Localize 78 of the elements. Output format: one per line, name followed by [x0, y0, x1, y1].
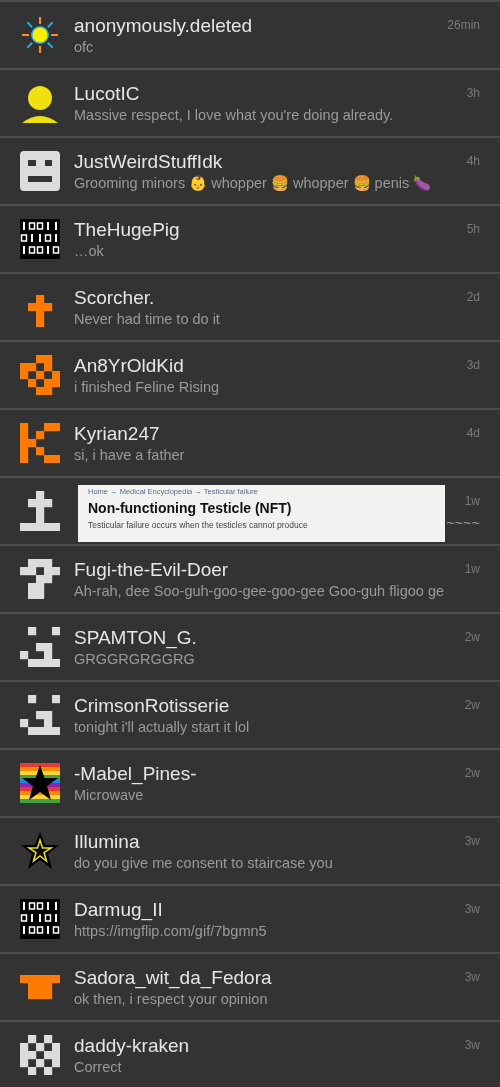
conversation-row[interactable]: Darmug_II https://imgflip.com/gif/7bgmn5 3w — [0, 884, 500, 952]
timestamp: 5h — [466, 221, 480, 238]
pixel-pattern-icon — [20, 423, 60, 463]
message-preview: …ok — [74, 242, 104, 260]
timestamp: 1w — [464, 561, 480, 578]
pixel-pattern-icon — [20, 355, 60, 395]
face-icon — [20, 151, 60, 191]
conversation-row[interactable]: Sadora_wit_da_Fedora ok then, i respect your opinion 3w — [0, 952, 500, 1020]
timestamp: 1w — [464, 493, 480, 510]
message-preview: Never had time to do it — [74, 310, 220, 328]
contact-name: Sadora_wit_da_Fedora — [74, 966, 272, 990]
message-preview: do you give me consent to staircase you — [74, 854, 333, 872]
timestamp: 2w — [464, 697, 480, 714]
contact-name: Fugi-the-Evil-Doer — [74, 558, 229, 582]
person-icon — [20, 83, 60, 123]
timestamp: 3h — [466, 85, 480, 102]
message-preview: i finished Feline Rising — [74, 378, 220, 396]
conversation-row[interactable]: Kyrian247 si, i have a father 4d — [0, 408, 500, 476]
contact-name: An8YrOldKid — [74, 354, 184, 378]
contact-name: Illumina — [74, 830, 140, 854]
conversation-row[interactable]: JustWeirdStuffIdk Grooming minors 👶 whopper 🍔 whopper 🍔 penis 🍆 4h — [0, 136, 500, 204]
conversation-row[interactable]: Fugi-the-Evil-Doer Ah-rah, dee Soo-guh-goo-gee-goo-gee Goo-guh fligoo ge 1w — [0, 544, 500, 612]
message-preview: ~~~~ — [446, 514, 480, 532]
contact-name: CrimsonRotisserie — [74, 694, 230, 718]
message-preview: ofc — [74, 38, 94, 56]
binary-pattern-icon — [20, 219, 60, 259]
binary-pattern-icon — [20, 899, 60, 939]
pixel-pattern-icon — [20, 627, 60, 667]
message-preview: Correct — [74, 1058, 122, 1076]
timestamp: 4h — [466, 153, 480, 170]
conversation-row[interactable]: LucotIC Massive respect, I love what you're doing already. 3h — [0, 68, 500, 136]
message-preview: tonight i'll actually start it lol — [74, 718, 250, 736]
conversation-row[interactable]: TheHugePig …ok 5h — [0, 204, 500, 272]
pixel-pattern-icon — [20, 1035, 60, 1075]
timestamp: 26min — [447, 17, 480, 34]
timestamp: 2d — [466, 289, 480, 306]
conversation-row[interactable]: SPAMTON_G. GRGGRGRGGRG 2w — [0, 612, 500, 680]
contact-name: JustWeirdStuffIdk — [74, 150, 223, 174]
timestamp: 2w — [464, 765, 480, 782]
contact-name: daddy-kraken — [74, 1034, 190, 1058]
message-preview: Ah-rah, dee Soo-guh-goo-gee-goo-gee Goo-guh fligoo ge — [74, 582, 444, 600]
pixel-pattern-icon — [20, 559, 60, 599]
pixel-pattern-icon — [20, 695, 60, 735]
conversation-row[interactable]: anonymously.deleted ofc 26min — [0, 0, 500, 68]
contact-name: Kyrian247 — [74, 422, 160, 446]
pixel-pattern-icon — [20, 491, 60, 531]
message-preview: ok then, i respect your opinion — [74, 990, 268, 1008]
timestamp: 3w — [464, 833, 480, 850]
message-preview: si, i have a father — [74, 446, 185, 464]
contact-name: TheHugePig — [74, 218, 180, 242]
rainbow-star-icon — [20, 763, 60, 803]
contact-name: Scorcher. — [74, 286, 155, 310]
conversation-row[interactable]: CrimsonRotisserie tonight i'll actually start it lol 2w — [0, 680, 500, 748]
contact-name: Darmug_II — [74, 898, 163, 922]
contact-name: -Mabel_Pines- — [74, 762, 197, 786]
message-preview: Massive respect, I love what you're doing already. — [74, 106, 394, 124]
message-preview: Grooming minors 👶 whopper 🍔 whopper 🍔 penis 🍆 — [74, 174, 432, 192]
timestamp: 3w — [464, 1037, 480, 1054]
contact-name: anonymously.deleted — [74, 14, 253, 38]
message-preview: Microwave — [74, 786, 144, 804]
timestamp: 4d — [466, 425, 480, 442]
message-preview: https://imgflip.com/gif/7bgmn5 — [74, 922, 267, 940]
timestamp: 3d — [466, 357, 480, 374]
star-icon — [20, 831, 60, 871]
document-text: Testicular failure occurs when the testicles cannot produce — [88, 519, 309, 531]
timestamp: 2w — [464, 629, 480, 646]
conversation-row[interactable]: Illumina do you give me consent to staircase you 3w — [0, 816, 500, 884]
message-preview: GRGGRGRGGRG — [74, 650, 195, 668]
sun-icon — [20, 15, 60, 55]
timestamp: 3w — [464, 969, 480, 986]
contact-name: LucotIC — [74, 82, 140, 106]
document-title: Non-functioning Testicle (NFT) — [88, 499, 293, 518]
contact-name: SPAMTON_G. — [74, 626, 197, 650]
conversation-row[interactable]: An8YrOldKid i finished Feline Rising 3d — [0, 340, 500, 408]
conversation-row[interactable]: daddy-kraken Correct 3w — [0, 1020, 500, 1087]
conversation-row[interactable]: -Mabel_Pines- Microwave 2w — [0, 748, 500, 816]
conversation-row[interactable]: Scorcher. Never had time to do it 2d — [0, 272, 500, 340]
timestamp: 3w — [464, 901, 480, 918]
